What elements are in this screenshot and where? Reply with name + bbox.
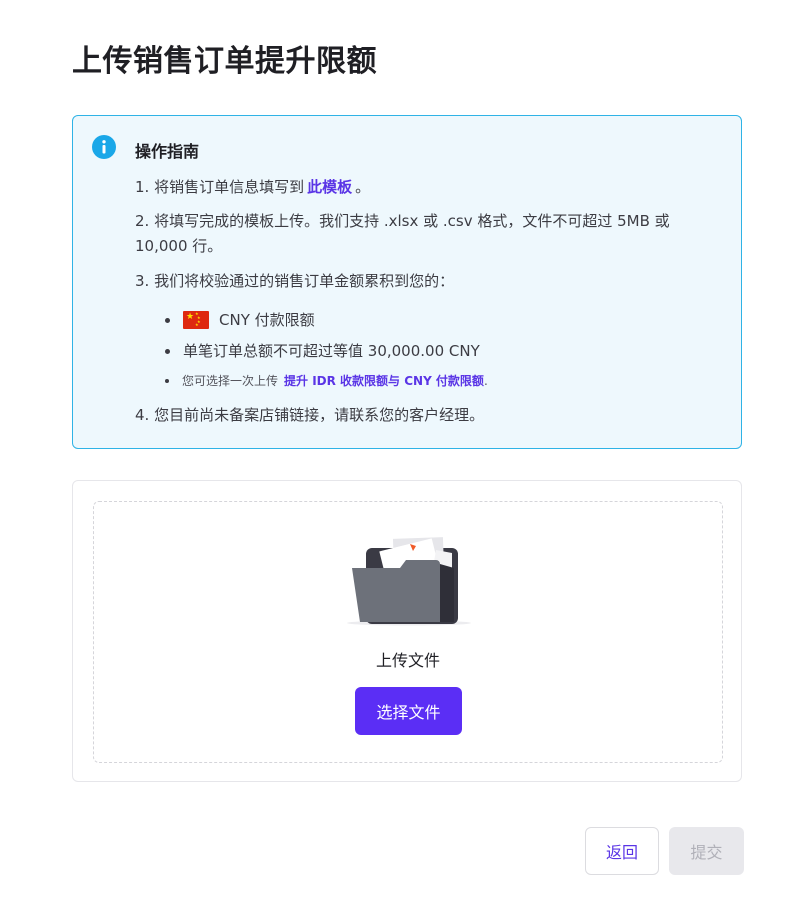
- info-icon: [92, 135, 116, 159]
- guide-step-4: 4. 您目前尚未备案店铺链接，请联系您的客户经理。: [135, 406, 485, 424]
- max-order-text: 单笔订单总额不可超过等值 30,000.00 CNY: [183, 342, 480, 360]
- hint-suffix: .: [483, 374, 488, 388]
- instructions-title: 操作指南: [135, 142, 200, 161]
- bullet: [165, 379, 169, 383]
- list-item-cny-limit: ★ ★ ★ ★ ★ CNY 付款限额: [165, 309, 315, 331]
- page-title: 上传销售订单提升限额: [72, 44, 377, 79]
- submit-button[interactable]: 提交: [669, 827, 744, 875]
- file-dropzone[interactable]: 上传文件 选择文件: [93, 501, 723, 763]
- bullet: [165, 348, 170, 354]
- folder-illustration: [347, 537, 471, 626]
- instructions-panel: 操作指南 1. 将销售订单信息填写到 此模板。 2. 将填写完成的模板上传。我们支…: [72, 115, 742, 449]
- china-flag-icon: ★ ★ ★ ★ ★: [183, 311, 209, 329]
- guide-step-2: 2. 将填写完成的模板上传。我们支持 .xlsx 或 .csv 格式，文件不可超…: [135, 212, 670, 255]
- guide-step-1: 1. 将销售订单信息填写到 此模板。: [135, 175, 725, 200]
- cny-limit-label: CNY 付款限额: [219, 311, 315, 329]
- choose-file-button[interactable]: 选择文件: [355, 687, 462, 735]
- upgrade-limits-link[interactable]: 提升 IDR 收款限额与 CNY 付款限额: [284, 370, 484, 392]
- step-1-text: 1. 将销售订单信息填写到: [135, 178, 305, 196]
- template-link[interactable]: 此模板: [307, 178, 352, 196]
- guide-step-3: 3. 我们将校验通过的销售订单金额累积到您的：: [135, 272, 455, 290]
- list-item-max-order: 单笔订单总额不可超过等值 30,000.00 CNY: [165, 340, 480, 362]
- step-1-suffix: 。: [355, 178, 371, 196]
- upload-card: 上传文件 选择文件: [72, 480, 742, 782]
- hint-text: 您可选择一次上传: [182, 374, 279, 388]
- upload-file-label: 上传文件: [375, 651, 440, 670]
- list-item-upgrade-hint: 您可选择一次上传 提升 IDR 收款限额与 CNY 付款限额 .: [165, 370, 488, 392]
- back-button[interactable]: 返回: [585, 827, 659, 875]
- bullet: [165, 317, 170, 323]
